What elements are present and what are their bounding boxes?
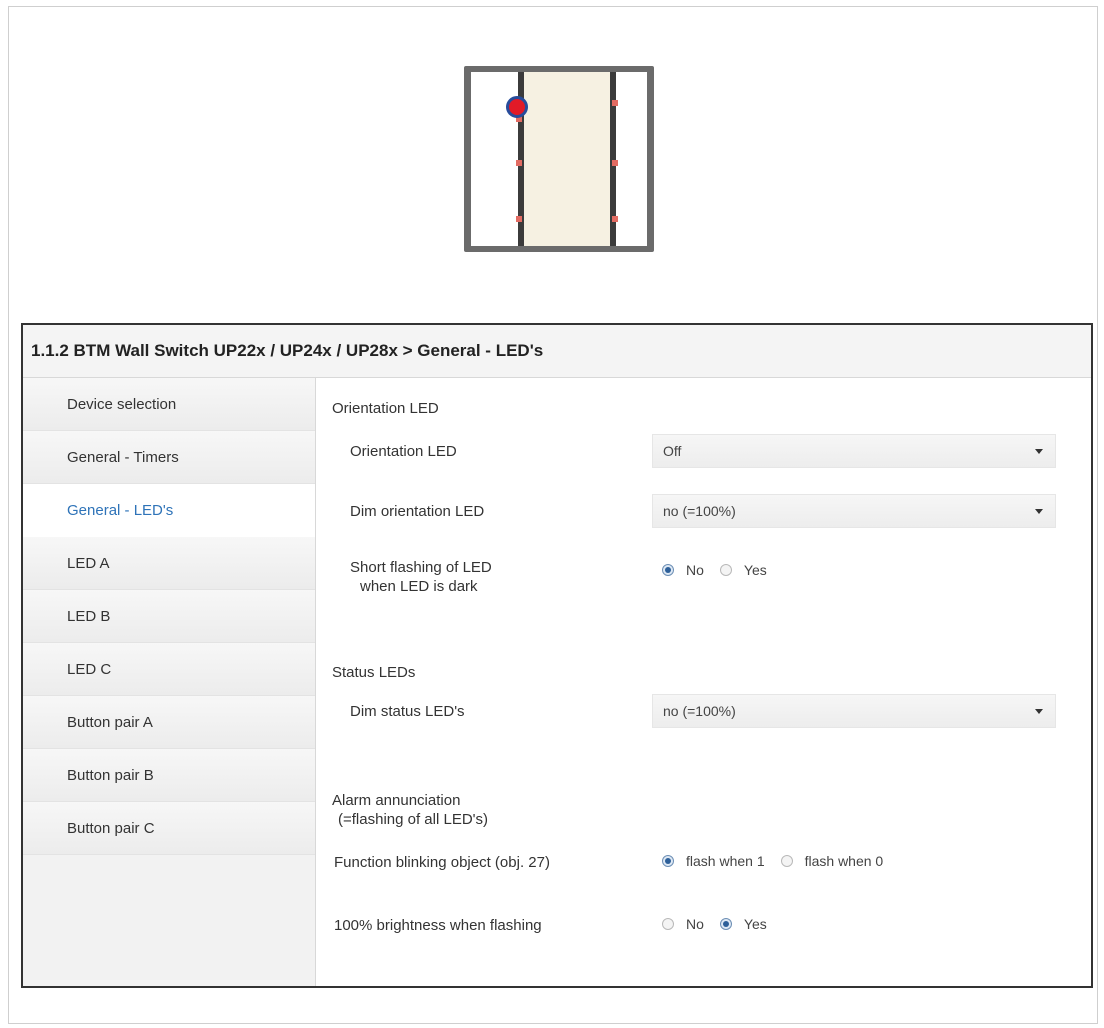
section-title-orientation: Orientation LED [332,400,439,417]
dim-status-leds-label: Dim status LED's [350,703,465,720]
brightness-flashing-radio-group: No Yes [662,916,783,932]
brightness-yes-radio[interactable]: Yes [719,916,767,932]
radio-label: Yes [743,562,767,578]
rocker-button [518,72,616,246]
radio-label: flash when 1 [686,853,765,869]
brightness-no-radio[interactable]: No [662,916,704,932]
dim-orientation-led-value: no (=100%) [663,503,736,519]
chevron-down-icon [1035,449,1043,454]
section-title-alarm: Alarm annunciation [332,792,461,809]
status-led-left-2 [516,160,522,166]
radio-label: No [686,916,704,932]
parameter-panel: Orientation LED Orientation LED Off Dim … [316,378,1091,986]
orientation-led-select[interactable]: Off [652,434,1056,468]
radio-unselected-icon [780,855,793,867]
sidebar-item-led-c[interactable]: LED C [23,643,315,696]
radio-label: No [686,562,704,578]
sidebar-item-led-a[interactable]: LED A [23,537,315,590]
parameter-dialog: 1.1.2 BTM Wall Switch UP22x / UP24x / UP… [21,323,1093,988]
sidebar-item-general-leds[interactable]: General - LED's [23,484,315,537]
dim-orientation-led-select[interactable]: no (=100%) [652,494,1056,528]
short-flashing-label-line2: when LED is dark [360,578,478,595]
dim-status-leds-value: no (=100%) [663,703,736,719]
chevron-down-icon [1035,509,1043,514]
flash-when-1-radio[interactable]: flash when 1 [662,853,765,869]
radio-selected-icon [662,855,674,867]
flash-when-0-radio[interactable]: flash when 0 [780,853,884,869]
chevron-down-icon [1035,709,1043,714]
wall-switch-illustration [464,66,654,252]
sidebar-item-button-pair-c[interactable]: Button pair C [23,802,315,855]
status-led-right-3 [612,216,618,222]
sidebar-item-button-pair-b[interactable]: Button pair B [23,749,315,802]
short-flashing-label-line1: Short flashing of LED [350,559,492,576]
status-led-left-3 [516,216,522,222]
short-flashing-yes-radio[interactable]: Yes [719,562,767,578]
section-subtitle-alarm: (=flashing of all LED's) [338,811,489,828]
radio-label: Yes [743,916,767,932]
sidebar-nav: Device selection General - Timers Genera… [23,378,316,986]
dim-orientation-led-label: Dim orientation LED [350,503,485,520]
dialog-title: 1.1.2 BTM Wall Switch UP22x / UP24x / UP… [23,325,1091,378]
dim-status-leds-select[interactable]: no (=100%) [652,694,1056,728]
radio-selected-icon [719,918,732,930]
sidebar-item-button-pair-a[interactable]: Button pair A [23,696,315,749]
status-led-right-1 [612,100,618,106]
section-title-status-leds: Status LEDs [332,664,416,681]
sidebar-item-general-timers[interactable]: General - Timers [23,431,315,484]
orientation-led-label: Orientation LED [350,443,457,460]
orientation-led-indicator [506,96,528,118]
short-flashing-radio-group: No Yes [662,562,783,578]
radio-label: flash when 0 [804,853,884,869]
sidebar-item-device-selection[interactable]: Device selection [23,378,315,431]
sidebar-item-led-b[interactable]: LED B [23,590,315,643]
blinking-object-label: Function blinking object (obj. 27) [334,854,550,871]
radio-unselected-icon [719,564,732,576]
radio-selected-icon [662,564,674,576]
switch-face [471,72,647,246]
blinking-object-radio-group: flash when 1 flash when 0 [662,853,899,869]
short-flashing-no-radio[interactable]: No [662,562,704,578]
status-led-right-2 [612,160,618,166]
brightness-flashing-label: 100% brightness when flashing [334,917,542,934]
radio-unselected-icon [662,918,674,930]
orientation-led-value: Off [663,443,682,459]
